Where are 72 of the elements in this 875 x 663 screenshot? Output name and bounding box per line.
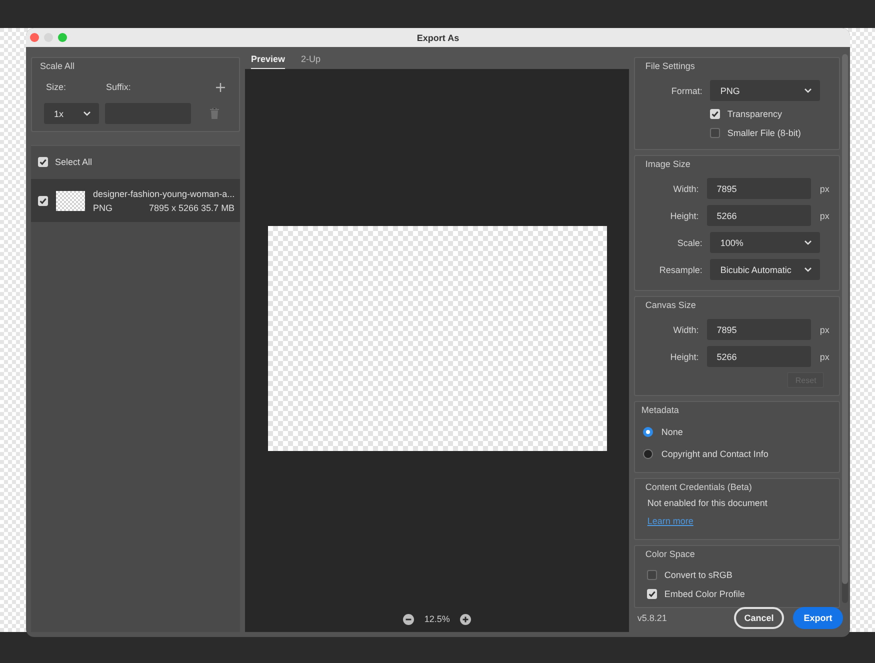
- section-title: Scale All: [40, 61, 75, 71]
- checkbox-label: Select All: [55, 157, 92, 167]
- checkbox-label: Transparency: [727, 108, 782, 118]
- section-title: File Settings: [645, 61, 695, 71]
- asset-format: PNG: [93, 202, 114, 212]
- field-label: Width:: [672, 324, 699, 334]
- checkbox-label: Convert to sRGB: [664, 570, 732, 580]
- input-field[interactable]: 5266: [706, 346, 811, 367]
- dropdown-value: 1x: [54, 108, 64, 118]
- checkbox[interactable]: [710, 128, 720, 138]
- checkbox[interactable]: [38, 157, 48, 167]
- checkbox-label: Embed Color Profile: [664, 588, 745, 598]
- field-value: 5266: [716, 210, 737, 220]
- section-title: Image Size: [645, 159, 690, 169]
- checkbox[interactable]: [710, 108, 720, 118]
- dropdown-value: 100%: [720, 238, 744, 248]
- dropdown-value: PNG: [720, 86, 740, 96]
- field-value: 5266: [716, 352, 737, 362]
- chevron-icon: [804, 240, 812, 245]
- radio-label: None: [661, 427, 683, 437]
- info-text: Not enabled for this document: [647, 498, 768, 508]
- checkbox[interactable]: [647, 588, 658, 598]
- dropdown-value: Bicubic Automatic: [720, 264, 792, 274]
- version-label: v5.8.21: [637, 612, 668, 622]
- checkbox[interactable]: [647, 570, 658, 580]
- asset-row[interactable]: designer-fashion-young-woman-a... PNG 7895 x 5266 35.7 MB: [31, 179, 240, 222]
- thumbnail: [56, 190, 85, 210]
- section-title: Canvas Size: [645, 300, 696, 310]
- window-title: Export As: [416, 32, 460, 42]
- zoom-in-icon[interactable]: [460, 614, 471, 624]
- field-value: 7895: [716, 184, 737, 194]
- chevron-icon: [804, 267, 812, 272]
- section-title: Color Space: [645, 549, 695, 559]
- radio-button[interactable]: [643, 427, 654, 437]
- size-dropdown[interactable]: 1x: [44, 103, 99, 124]
- radio-button[interactable]: [643, 449, 654, 459]
- cancel-button[interactable]: Cancel: [734, 606, 784, 628]
- chevron-icon: [804, 88, 812, 93]
- dropdown[interactable]: 100%: [710, 232, 820, 253]
- field-label: Format:: [670, 86, 702, 96]
- input-field[interactable]: 7895: [706, 319, 811, 340]
- field-label: Height:: [669, 352, 699, 362]
- field-label: Width:: [672, 184, 699, 194]
- input-field[interactable]: 5266: [706, 205, 811, 226]
- unit-label: px: [820, 324, 830, 334]
- tab[interactable]: 2-Up: [301, 52, 321, 70]
- section-title: Content Credentials (Beta): [645, 482, 752, 492]
- export-button[interactable]: Export: [793, 606, 843, 628]
- unit-label: px: [820, 210, 830, 220]
- unit-label: px: [820, 352, 830, 362]
- dropdown[interactable]: Bicubic Automatic: [710, 259, 820, 280]
- dropdown[interactable]: PNG: [710, 80, 820, 101]
- section-title: Metadata: [641, 405, 679, 415]
- asset-name: designer-fashion-young-woman-a...: [93, 188, 235, 198]
- checkbox[interactable]: [38, 196, 48, 206]
- checkbox-label: Smaller File (8-bit): [727, 128, 801, 138]
- zoom-out-icon[interactable]: [403, 614, 414, 624]
- asset-dimensions: 7895 x 5266: [149, 202, 199, 212]
- field-value: 7895: [716, 324, 737, 334]
- chevron-icon: [83, 111, 91, 116]
- field-label: Scale:: [676, 238, 702, 248]
- field-label: Height:: [669, 210, 699, 220]
- asset-file-size: 35.7 MB: [201, 202, 235, 212]
- close-button[interactable]: [30, 33, 39, 42]
- input-field[interactable]: 7895: [706, 178, 811, 199]
- field-label: Suffix:: [106, 82, 132, 92]
- zoom-level: 12.5%: [424, 614, 450, 624]
- add-icon[interactable]: [216, 82, 225, 92]
- radio-label: Copyright and Contact Info: [661, 449, 768, 459]
- unit-label: px: [820, 184, 830, 194]
- field-label: Size:: [46, 82, 68, 92]
- field-label: Resample:: [658, 264, 702, 274]
